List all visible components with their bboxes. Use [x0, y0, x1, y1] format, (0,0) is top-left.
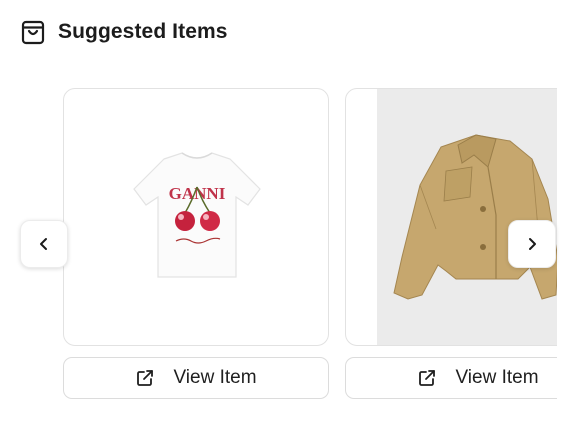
carousel-next-button[interactable]: [508, 220, 556, 268]
shopping-bag-icon: [21, 20, 45, 45]
carousel-prev-button[interactable]: [20, 220, 68, 268]
section-title: Suggested Items: [58, 20, 228, 43]
external-link-icon: [419, 370, 436, 386]
view-item-button[interactable]: View Item: [345, 357, 557, 399]
item-card: GANNI View Item: [63, 88, 329, 399]
chevron-left-icon: [40, 238, 47, 250]
view-item-button[interactable]: View Item: [63, 357, 329, 399]
t-shirt-icon: GANNI: [133, 152, 261, 278]
section-header: Suggested Items: [20, 18, 228, 46]
item-image[interactable]: [345, 88, 557, 346]
chevron-right-icon: [529, 238, 536, 250]
view-item-label: View Item: [455, 367, 539, 388]
view-item-label: View Item: [173, 367, 257, 388]
suggested-items-carousel: GANNI View Item View Item: [0, 88, 557, 408]
jacket-icon: [393, 134, 557, 300]
item-image[interactable]: GANNI: [63, 88, 329, 346]
external-link-icon: [137, 370, 154, 386]
svg-text:GANNI: GANNI: [169, 184, 226, 203]
